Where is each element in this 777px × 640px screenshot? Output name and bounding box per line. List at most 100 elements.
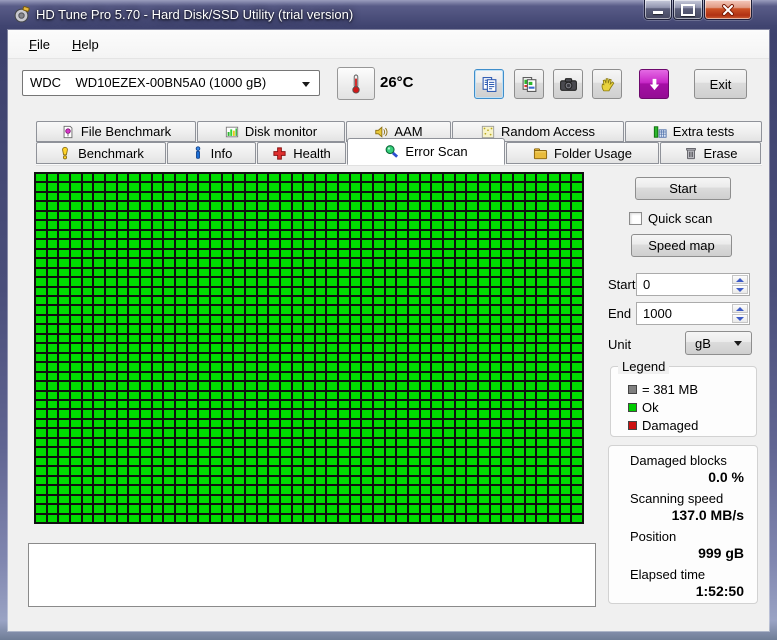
scan-block	[327, 429, 337, 436]
scan-block	[327, 193, 337, 200]
chevron-down-icon	[302, 82, 310, 87]
scan-block	[304, 477, 314, 484]
scan-block	[269, 306, 279, 313]
screenshot-button[interactable]	[553, 69, 583, 99]
end-field-spinner[interactable]	[732, 304, 748, 323]
scan-block	[106, 316, 116, 323]
tab-info[interactable]: Info	[167, 142, 256, 164]
scan-block	[36, 486, 46, 493]
scan-block	[526, 373, 536, 380]
scan-block	[211, 363, 221, 370]
spin-up-button[interactable]	[732, 304, 748, 313]
start-scan-button[interactable]: Start	[635, 177, 731, 200]
maximize-button[interactable]	[673, 0, 703, 20]
end-field[interactable]: 1000	[636, 302, 750, 325]
scan-block	[188, 486, 198, 493]
tab-error-scan[interactable]: Error Scan	[347, 138, 505, 165]
scan-block	[129, 259, 139, 266]
quick-scan-checkbox[interactable]	[629, 212, 642, 225]
title-bar[interactable]: HD Tune Pro 5.70 - Hard Disk/SSD Utility…	[0, 0, 777, 30]
scan-block	[246, 174, 256, 181]
scan-block	[467, 231, 477, 238]
scan-block	[234, 202, 244, 209]
scan-block	[491, 344, 501, 351]
tab-erase[interactable]: Erase	[660, 142, 761, 164]
scan-block	[491, 174, 501, 181]
scan-block	[293, 448, 303, 455]
scan-block	[199, 335, 209, 342]
scan-block	[48, 193, 58, 200]
scan-block	[141, 410, 151, 417]
scan-block	[467, 354, 477, 361]
scan-block	[351, 458, 361, 465]
hand-button[interactable]	[592, 69, 622, 99]
scan-block	[526, 325, 536, 332]
tab-extra-tests[interactable]: Extra tests	[625, 121, 762, 142]
scan-block	[479, 240, 489, 247]
scan-block	[537, 193, 547, 200]
scan-block	[36, 344, 46, 351]
tab-health[interactable]: Health	[257, 142, 346, 164]
scan-block	[223, 221, 233, 228]
temperature-button[interactable]	[337, 67, 375, 100]
scan-block	[432, 448, 442, 455]
scan-block	[479, 316, 489, 323]
tab-disk-monitor[interactable]: Disk monitor	[197, 121, 345, 142]
scan-block	[71, 401, 81, 408]
scan-block	[83, 420, 93, 427]
scan-block	[246, 297, 256, 304]
minimize-button[interactable]	[644, 0, 672, 20]
scan-block	[129, 486, 139, 493]
tab-file-benchmark[interactable]: File Benchmark	[36, 121, 196, 142]
scan-block	[246, 183, 256, 190]
unit-label: Unit	[608, 337, 631, 352]
scan-block	[479, 259, 489, 266]
unit-selector[interactable]: gB	[685, 331, 752, 355]
spin-up-button[interactable]	[732, 275, 748, 284]
scan-block	[176, 505, 186, 512]
scan-block	[491, 363, 501, 370]
download-button[interactable]	[639, 69, 669, 99]
scan-block	[118, 174, 128, 181]
scan-block	[118, 259, 128, 266]
scan-block	[409, 221, 419, 228]
scan-block	[526, 401, 536, 408]
scan-block	[304, 259, 314, 266]
scan-block	[234, 373, 244, 380]
copy-image-button[interactable]	[514, 69, 544, 99]
scan-block	[164, 193, 174, 200]
scan-block	[129, 439, 139, 446]
menu-help[interactable]: Help	[61, 33, 110, 56]
scan-block	[71, 202, 81, 209]
scan-block	[234, 382, 244, 389]
scan-block	[432, 486, 442, 493]
speed-map-button[interactable]: Speed map	[631, 234, 732, 257]
scan-block	[502, 306, 512, 313]
scan-block	[164, 439, 174, 446]
download-icon	[647, 77, 662, 92]
scan-block	[304, 202, 314, 209]
device-selector[interactable]: WDC WD10EZEX-00BN5A0 (1000 gB)	[22, 70, 320, 96]
start-field-spinner[interactable]	[732, 275, 748, 294]
spin-down-button[interactable]	[732, 314, 748, 323]
menu-file[interactable]: File	[18, 33, 61, 56]
exit-button[interactable]: Exit	[694, 69, 747, 99]
scan-block	[199, 183, 209, 190]
scan-block	[106, 392, 116, 399]
scan-block	[339, 467, 349, 474]
scan-block	[164, 288, 174, 295]
close-button[interactable]	[704, 0, 752, 20]
scan-block	[432, 439, 442, 446]
tab-folder-usage[interactable]: Folder Usage	[506, 142, 659, 164]
start-field[interactable]: 0	[636, 273, 750, 296]
tab-benchmark[interactable]: Benchmark	[36, 142, 166, 164]
scan-block	[141, 183, 151, 190]
copy-text-button[interactable]	[474, 69, 504, 99]
scan-block	[304, 496, 314, 503]
spin-down-button[interactable]	[732, 285, 748, 294]
scan-block	[561, 420, 571, 427]
scan-block	[141, 297, 151, 304]
scan-block	[339, 373, 349, 380]
scan-block	[164, 496, 174, 503]
scan-block	[362, 297, 372, 304]
